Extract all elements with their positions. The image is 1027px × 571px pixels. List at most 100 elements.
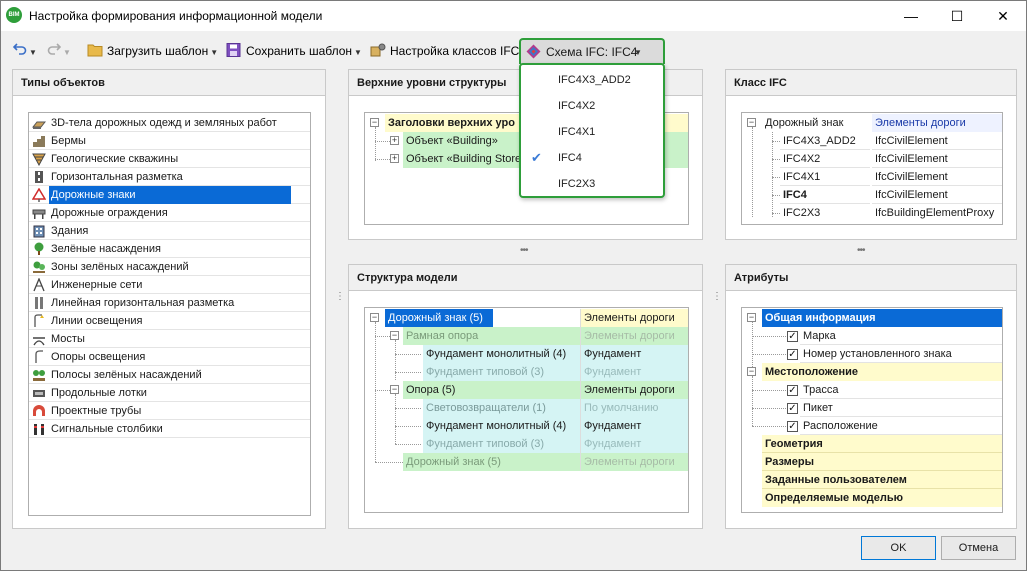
structure-node[interactable]: Фундамент монолитный (4) xyxy=(423,345,580,363)
collapse-toggle[interactable]: − xyxy=(370,118,379,127)
ifc-schema-dropdown-button[interactable]: Схема IFC: IFC4 ▼ xyxy=(519,38,665,64)
tree-line xyxy=(375,462,403,463)
object-types-title: Типы объектов xyxy=(13,70,325,96)
structure-value[interactable]: Элементы дороги xyxy=(580,381,688,399)
tree-line xyxy=(375,141,390,142)
splitter-grip[interactable]: ••• xyxy=(857,245,865,256)
attr-group-general[interactable]: Общая информация xyxy=(762,309,1002,327)
structure-value[interactable]: Фундамент xyxy=(580,417,688,435)
list-item[interactable]: Сигнальные столбики xyxy=(29,420,310,438)
redo-button[interactable]: ▼ xyxy=(47,40,71,62)
list-item[interactable]: Линии освещения xyxy=(29,312,310,330)
structure-value[interactable]: Элементы дороги xyxy=(580,327,688,345)
guardrail-icon xyxy=(32,209,46,219)
undo-button[interactable]: ▼ xyxy=(12,40,37,62)
structure-root-node[interactable]: Дорожный знак (5) xyxy=(385,309,493,327)
expand-toggle[interactable]: + xyxy=(390,154,399,163)
list-item[interactable]: Продольные лотки xyxy=(29,384,310,402)
expand-toggle[interactable]: + xyxy=(390,136,399,145)
window-title: Настройка формирования информационной мо… xyxy=(29,9,323,23)
structure-node[interactable]: Рамная опора xyxy=(403,327,580,345)
collapse-toggle[interactable]: − xyxy=(747,118,756,127)
ifc-class-value[interactable]: IfcCivilElement xyxy=(872,168,1002,186)
structure-value[interactable]: Фундамент xyxy=(580,435,688,453)
collapse-toggle[interactable]: − xyxy=(390,385,399,394)
attr-item: Пикет xyxy=(800,399,1002,417)
load-template-label: Загрузить шаблон xyxy=(107,44,209,58)
culvert-pipe-icon xyxy=(33,405,45,416)
structure-node[interactable]: Фундамент типовой (3) xyxy=(423,363,580,381)
structure-root-value[interactable]: Элементы дороги xyxy=(580,309,688,327)
structure-value[interactable]: Фундамент xyxy=(580,345,688,363)
cancel-button[interactable]: Отмена xyxy=(941,536,1016,560)
schema-option[interactable]: IFC4X1 xyxy=(521,119,663,145)
checkbox-route[interactable]: ✓ xyxy=(787,385,798,396)
attributes-title: Атрибуты xyxy=(726,265,1016,291)
load-template-button[interactable]: Загрузить шаблон ▼ xyxy=(87,40,218,62)
list-item[interactable]: Опоры освещения xyxy=(29,348,310,366)
list-item[interactable]: 3D-тела дорожных одежд и земляных работ xyxy=(29,114,310,132)
structure-value[interactable]: По умолчанию xyxy=(580,399,688,417)
schema-option[interactable]: IFC2X3 xyxy=(521,171,663,197)
list-item[interactable]: Полосы зелёных насаждений xyxy=(29,366,310,384)
collapse-toggle[interactable]: − xyxy=(747,367,756,376)
tree-line xyxy=(395,372,421,373)
collapse-toggle[interactable]: − xyxy=(390,331,399,340)
list-item[interactable]: Зелёные насаждения xyxy=(29,240,310,258)
collapse-toggle[interactable]: − xyxy=(370,313,379,322)
list-item[interactable]: Бермы xyxy=(29,132,310,150)
minimize-button[interactable]: — xyxy=(888,1,934,31)
ifc-class-value[interactable]: IfcCivilElement xyxy=(872,132,1002,150)
schema-option[interactable]: IFC4X2 xyxy=(521,93,663,119)
ifc-class-value[interactable]: IfcCivilElement xyxy=(872,150,1002,168)
collapse-toggle[interactable]: − xyxy=(747,313,756,322)
attr-group-dimensions[interactable]: Размеры xyxy=(762,453,1002,471)
tree-line xyxy=(375,322,376,462)
maximize-button[interactable]: ☐ xyxy=(934,1,980,31)
structure-node[interactable]: Опора (5) xyxy=(403,381,580,399)
tree-line xyxy=(752,408,786,409)
ifc-class-settings-button[interactable]: Настройка классов IFC xyxy=(370,40,519,62)
check-icon: ✔ xyxy=(531,150,542,165)
list-item[interactable]: Линейная горизонтальная разметка xyxy=(29,294,310,312)
ifc-schema-row: IFC4X1 xyxy=(780,168,870,186)
green-strip-icon xyxy=(33,370,45,381)
ok-button[interactable]: OK xyxy=(861,536,936,560)
tree-line xyxy=(752,426,786,427)
structure-value[interactable]: Фундамент xyxy=(580,363,688,381)
list-item[interactable]: Проектные трубы xyxy=(29,402,310,420)
list-item-selected[interactable]: Дорожные знаки xyxy=(29,186,310,204)
schema-option[interactable]: IFC4X3_ADD2 xyxy=(521,67,663,93)
splitter-grip[interactable]: ••• xyxy=(520,245,528,256)
splitter-grip[interactable]: ⋮ xyxy=(712,291,722,302)
attr-group-model-defined[interactable]: Определяемые моделью xyxy=(762,489,1002,507)
checkbox-placement[interactable]: ✓ xyxy=(787,421,798,432)
attr-group-geometry[interactable]: Геометрия xyxy=(762,435,1002,453)
ifc-class-value[interactable]: IfcBuildingElementProxy xyxy=(872,204,1002,222)
attr-group-location[interactable]: Местоположение xyxy=(762,363,1002,381)
ifc-class-value[interactable]: IfcCivilElement xyxy=(872,186,1002,204)
structure-node[interactable]: Фундамент монолитный (4) xyxy=(423,417,580,435)
save-template-button[interactable]: Сохранить шаблон ▼ xyxy=(226,40,362,62)
splitter-grip[interactable]: ⋮ xyxy=(335,291,345,302)
attr-group-user-defined[interactable]: Заданные пользователем xyxy=(762,471,1002,489)
schema-option-checked[interactable]: ✔ IFC4 xyxy=(521,145,663,171)
checkbox-picket[interactable]: ✓ xyxy=(787,403,798,414)
checkbox-sign-number[interactable]: ✓ xyxy=(787,349,798,360)
title-bar: BIM Настройка формирования информационно… xyxy=(1,1,1026,31)
ifc-class-root-value[interactable]: Элементы дороги xyxy=(872,114,1002,132)
list-item[interactable]: Мосты xyxy=(29,330,310,348)
list-item[interactable]: Дорожные ограждения xyxy=(29,204,310,222)
structure-value[interactable]: Элементы дороги xyxy=(580,453,688,471)
checkbox-marka[interactable]: ✓ xyxy=(787,331,798,342)
list-item[interactable]: Геологические скважины xyxy=(29,150,310,168)
berm-icon xyxy=(33,136,45,147)
list-item[interactable]: Горизонтальная разметка xyxy=(29,168,310,186)
list-item[interactable]: Зоны зелёных насаждений xyxy=(29,258,310,276)
list-item[interactable]: Здания xyxy=(29,222,310,240)
close-button[interactable]: ✕ xyxy=(980,1,1026,31)
structure-node[interactable]: Световозвращатели (1) xyxy=(423,399,580,417)
list-item[interactable]: Инженерные сети xyxy=(29,276,310,294)
structure-node[interactable]: Дорожный знак (5) xyxy=(403,453,580,471)
structure-node[interactable]: Фундамент типовой (3) xyxy=(423,435,580,453)
